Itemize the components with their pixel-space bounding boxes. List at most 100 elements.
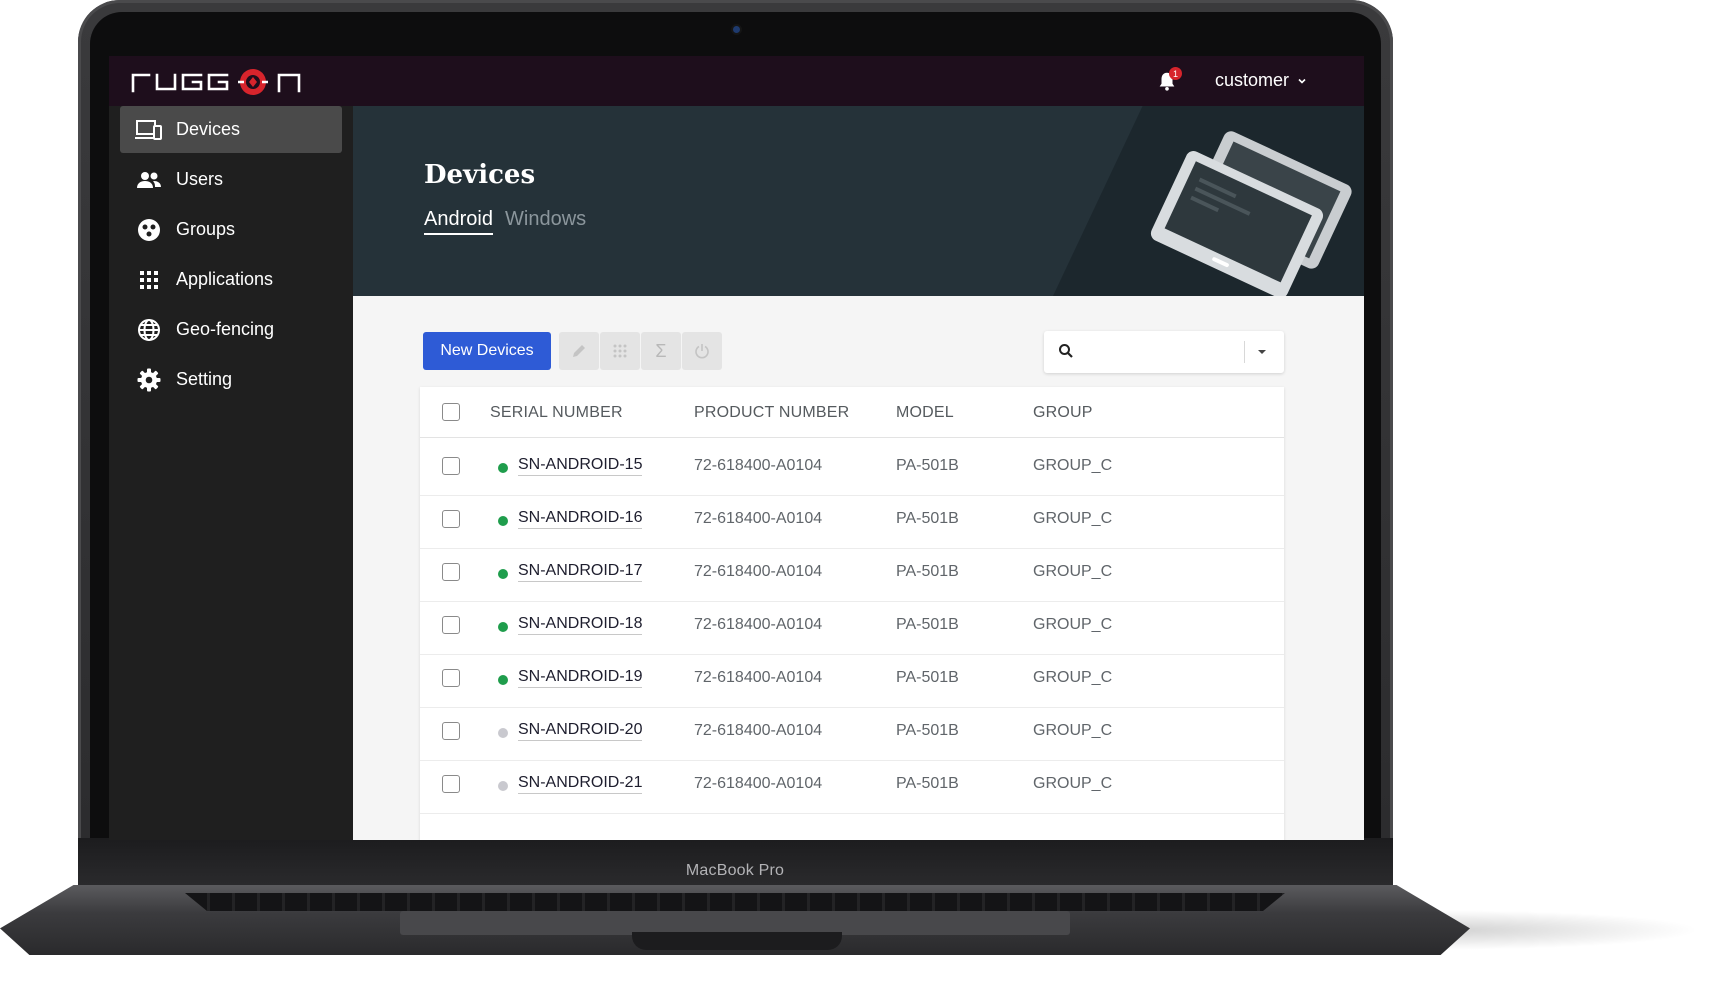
- page-title: Devices: [424, 160, 536, 190]
- model-cell: PA-501B: [896, 722, 959, 739]
- grid-icon: [613, 344, 627, 358]
- sidebar-item-label: Users: [176, 169, 224, 189]
- serial-number-link[interactable]: SN-ANDROID-20: [518, 721, 643, 741]
- sidebar-item-label: Applications: [176, 269, 274, 289]
- group-cell: GROUP_C: [1033, 616, 1113, 633]
- search-box: [1044, 331, 1284, 373]
- power-button[interactable]: [682, 332, 722, 370]
- app-screen: 1 customer Devices Users Groups Applicat…: [109, 56, 1364, 840]
- globe-icon: [134, 315, 164, 345]
- caret-down-icon[interactable]: [1257, 347, 1267, 357]
- table-row: SN-ANDROID-18 72-618400-A0104 PA-501B GR…: [420, 597, 1284, 655]
- sidebar: Devices Users Groups Applications Geo-fe…: [109, 106, 353, 840]
- status-offline-indicator: [498, 781, 508, 791]
- model-cell: PA-501B: [896, 775, 959, 792]
- status-online-indicator: [498, 675, 508, 685]
- devices-icon: [134, 115, 164, 145]
- new-devices-button[interactable]: New Devices: [423, 332, 551, 370]
- sidebar-item-label: Groups: [176, 219, 236, 239]
- status-online-indicator: [498, 569, 508, 579]
- product-number-cell: 72-618400-A0104: [694, 457, 823, 474]
- grid-button[interactable]: [600, 332, 640, 370]
- edit-button[interactable]: [559, 332, 599, 370]
- tab-windows[interactable]: Windows: [505, 208, 586, 231]
- product-number-cell: 72-618400-A0104: [694, 510, 823, 527]
- table-row: SN-ANDROID-21 72-618400-A0104 PA-501B GR…: [420, 756, 1284, 814]
- serial-number-link[interactable]: SN-ANDROID-16: [518, 509, 643, 529]
- row-checkbox[interactable]: [442, 775, 460, 793]
- search-divider: [1244, 341, 1245, 363]
- keyboard: [185, 893, 1285, 911]
- sidebar-item-geo-fencing[interactable]: Geo-fencing: [120, 306, 342, 353]
- user-menu[interactable]: customer: [1215, 70, 1307, 91]
- group-cell: GROUP_C: [1033, 722, 1113, 739]
- status-online-indicator: [498, 516, 508, 526]
- page-header: Devices Android Windows: [353, 106, 1364, 296]
- edit-icon: [573, 345, 585, 357]
- group-cell: GROUP_C: [1033, 775, 1113, 792]
- model-cell: PA-501B: [896, 669, 959, 686]
- chevron-down-icon: [1298, 78, 1306, 84]
- column-group[interactable]: GROUP: [1033, 404, 1093, 422]
- serial-number-link[interactable]: SN-ANDROID-21: [518, 774, 643, 794]
- group-cell: GROUP_C: [1033, 669, 1113, 686]
- serial-number-link[interactable]: SN-ANDROID-15: [518, 456, 643, 476]
- status-online-indicator: [498, 622, 508, 632]
- groups-icon: [134, 215, 164, 245]
- model-cell: PA-501B: [896, 457, 959, 474]
- row-checkbox[interactable]: [442, 563, 460, 581]
- serial-number-link[interactable]: SN-ANDROID-19: [518, 668, 643, 688]
- laptop-notch: [632, 932, 842, 950]
- notification-badge: 1: [1169, 67, 1182, 80]
- group-cell: GROUP_C: [1033, 510, 1113, 527]
- table-row: SN-ANDROID-20 72-618400-A0104 PA-501B GR…: [420, 703, 1284, 761]
- column-model[interactable]: MODEL: [896, 404, 954, 422]
- row-checkbox[interactable]: [442, 510, 460, 528]
- table-header: SERIAL NUMBER PRODUCT NUMBER MODEL GROUP: [420, 387, 1284, 438]
- sum-button[interactable]: Σ: [641, 332, 681, 370]
- power-icon: [695, 344, 709, 359]
- product-number-cell: 72-618400-A0104: [694, 563, 823, 580]
- sidebar-item-setting[interactable]: Setting: [120, 356, 342, 403]
- product-number-cell: 72-618400-A0104: [694, 669, 823, 686]
- user-name: customer: [1215, 70, 1290, 90]
- sidebar-item-devices[interactable]: Devices: [120, 106, 342, 153]
- camera: [733, 26, 740, 33]
- laptop-shadow: [1440, 910, 1700, 950]
- row-checkbox[interactable]: [442, 457, 460, 475]
- sidebar-item-applications[interactable]: Applications: [120, 256, 342, 303]
- search-icon: [1059, 344, 1073, 358]
- tab-android[interactable]: Android: [424, 208, 493, 235]
- group-cell: GROUP_C: [1033, 457, 1113, 474]
- sidebar-item-groups[interactable]: Groups: [120, 206, 342, 253]
- model-cell: PA-501B: [896, 563, 959, 580]
- laptop-frame: MacBook Pro 1 customer Devices Users Gro…: [0, 0, 1724, 982]
- group-cell: GROUP_C: [1033, 563, 1113, 580]
- sidebar-item-users[interactable]: Users: [120, 156, 342, 203]
- product-number-cell: 72-618400-A0104: [694, 722, 823, 739]
- devices-table: SERIAL NUMBER PRODUCT NUMBER MODEL GROUP…: [420, 387, 1284, 840]
- table-row: SN-ANDROID-15 72-618400-A0104 PA-501B GR…: [420, 438, 1284, 496]
- sidebar-item-label: Setting: [176, 369, 233, 389]
- row-checkbox[interactable]: [442, 616, 460, 634]
- model-cell: PA-501B: [896, 510, 959, 527]
- serial-number-link[interactable]: SN-ANDROID-18: [518, 615, 643, 635]
- row-checkbox[interactable]: [442, 669, 460, 687]
- select-all-checkbox[interactable]: [442, 403, 460, 421]
- row-checkbox[interactable]: [442, 722, 460, 740]
- sidebar-item-label: Geo-fencing: [176, 319, 275, 339]
- table-row: SN-ANDROID-16 72-618400-A0104 PA-501B GR…: [420, 491, 1284, 549]
- table-row: SN-ANDROID-17 72-618400-A0104 PA-501B GR…: [420, 544, 1284, 602]
- laptop-brand-label: MacBook Pro: [685, 862, 785, 879]
- tablets-illustration: [1150, 131, 1352, 296]
- product-number-cell: 72-618400-A0104: [694, 775, 823, 792]
- sigma-icon: Σ: [655, 340, 667, 361]
- ruggon-logo: [131, 69, 301, 95]
- column-product-number[interactable]: PRODUCT NUMBER: [694, 404, 849, 422]
- status-online-indicator: [498, 463, 508, 473]
- column-serial-number[interactable]: SERIAL NUMBER: [490, 404, 623, 422]
- main-content: Devices Android Windows New Devices Σ SE…: [353, 106, 1364, 840]
- top-bar: 1 customer: [109, 56, 1364, 106]
- serial-number-link[interactable]: SN-ANDROID-17: [518, 562, 643, 582]
- search-input[interactable]: [1082, 339, 1232, 365]
